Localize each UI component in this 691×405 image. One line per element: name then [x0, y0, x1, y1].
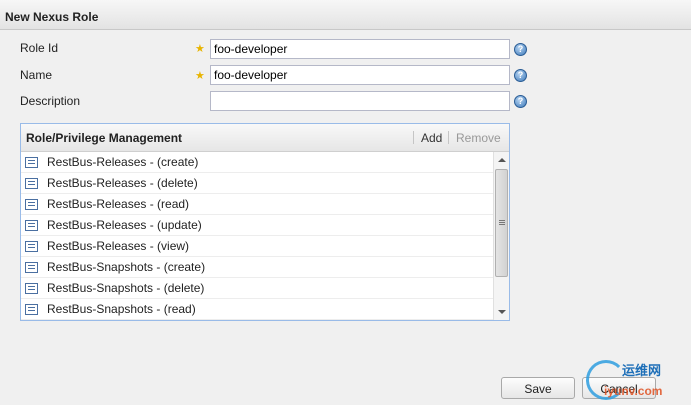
description-label: Description: [20, 94, 81, 108]
privilege-label: RestBus-Snapshots - (read): [47, 302, 196, 316]
remove-privilege-button[interactable]: Remove: [456, 131, 501, 145]
privilege-grid-scrollbar[interactable]: [493, 152, 509, 320]
privilege-label: RestBus-Snapshots - (create): [47, 260, 206, 274]
privilege-icon: [25, 304, 38, 315]
watermark-url: iyunv.com: [604, 384, 663, 398]
name-help-icon[interactable]: ?: [514, 69, 527, 82]
privilege-row[interactable]: RestBus-Releases - (view): [21, 236, 493, 257]
toolbar-separator: [413, 131, 414, 144]
privilege-icon: [25, 178, 38, 189]
privilege-row[interactable]: RestBus-Snapshots - (read): [21, 299, 493, 320]
privilege-label: RestBus-Releases - (update): [47, 218, 202, 232]
scroll-thumb[interactable]: [495, 169, 508, 277]
privilege-grid-title: Role/Privilege Management: [26, 131, 183, 145]
privilege-row[interactable]: RestBus-Releases - (read): [21, 194, 493, 215]
role-id-field[interactable]: [210, 39, 510, 59]
scroll-down-icon[interactable]: [498, 310, 506, 314]
privilege-row[interactable]: RestBus-Releases - (create): [21, 152, 493, 173]
privilege-row[interactable]: RestBus-Releases - (delete): [21, 173, 493, 194]
privilege-icon: [25, 241, 38, 252]
description-field[interactable]: [210, 91, 510, 111]
privilege-row[interactable]: RestBus-Releases - (update): [21, 215, 493, 236]
name-field[interactable]: [210, 65, 510, 85]
privilege-row[interactable]: RestBus-Snapshots - (delete): [21, 278, 493, 299]
name-required-icon: ★: [195, 70, 205, 82]
privilege-label: RestBus-Releases - (view): [47, 239, 190, 253]
privilege-icon: [25, 220, 38, 231]
privilege-icon: [25, 262, 38, 273]
privilege-icon: [25, 283, 38, 294]
privilege-label: RestBus-Releases - (delete): [47, 176, 198, 190]
privilege-row[interactable]: RestBus-Snapshots - (create): [21, 257, 493, 278]
privilege-grid: Role/Privilege Management Add Remove Res…: [20, 123, 510, 321]
watermark-text: 运维网: [622, 363, 662, 378]
grip-icon: [499, 220, 505, 221]
scroll-up-icon[interactable]: [498, 158, 506, 162]
name-label: Name: [20, 68, 53, 82]
add-privilege-button[interactable]: Add: [421, 131, 442, 145]
role-id-help-icon[interactable]: ?: [514, 43, 527, 56]
privilege-grid-header: Role/Privilege Management Add Remove: [21, 124, 509, 152]
privilege-label: RestBus-Snapshots - (delete): [47, 281, 205, 295]
role-id-required-icon: ★: [195, 43, 205, 55]
description-help-icon[interactable]: ?: [514, 95, 527, 108]
save-button[interactable]: Save: [501, 377, 575, 399]
panel-title: New Nexus Role: [5, 10, 99, 24]
toolbar-separator: [448, 131, 449, 144]
privilege-label: RestBus-Releases - (read): [47, 197, 190, 211]
panel-header: New Nexus Role: [0, 0, 691, 30]
privilege-icon: [25, 157, 38, 168]
privilege-icon: [25, 199, 38, 210]
role-id-label: Role Id: [20, 41, 59, 55]
privilege-label: RestBus-Releases - (create): [47, 155, 199, 169]
